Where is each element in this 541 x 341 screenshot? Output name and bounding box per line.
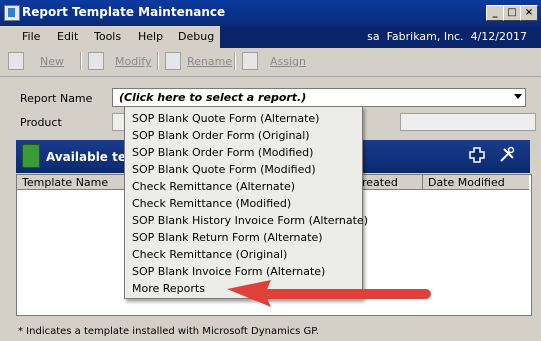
modify-button[interactable]: Modify xyxy=(115,55,151,68)
tools-icon[interactable] xyxy=(498,146,516,164)
col-template-name[interactable]: Template Name xyxy=(22,176,108,189)
dropdown-item[interactable]: Check Remittance (Modified) xyxy=(132,197,291,210)
report-name-label: Report Name xyxy=(20,92,93,105)
report-dropdown-list[interactable]: SOP Blank Quote Form (Alternate) SOP Bla… xyxy=(124,106,368,299)
app-icon xyxy=(4,5,20,21)
dropdown-arrow-icon[interactable] xyxy=(514,94,522,99)
col-divider xyxy=(422,175,423,189)
menu-debug[interactable]: Debug xyxy=(178,30,214,43)
menu-help[interactable]: Help xyxy=(138,30,163,43)
assign-icon xyxy=(242,52,258,70)
product-label: Product xyxy=(20,116,62,129)
new-button[interactable]: New xyxy=(40,55,64,68)
maximize-icon[interactable]: □ xyxy=(503,5,521,21)
book-icon xyxy=(22,144,40,168)
dropdown-item[interactable]: SOP Blank Quote Form (Alternate) xyxy=(132,112,319,125)
menu-file[interactable]: File xyxy=(22,30,40,43)
annotation-arrow-icon xyxy=(227,280,431,307)
menu-edit[interactable]: Edit xyxy=(57,30,78,43)
user-info: sa Fabrikam, Inc. 4/12/2017 xyxy=(367,30,527,43)
toolbar-divider xyxy=(80,52,82,70)
toolbar-divider xyxy=(234,52,236,70)
rename-icon xyxy=(165,52,181,70)
dropdown-item[interactable]: Check Remittance (Alternate) xyxy=(132,180,295,193)
dropdown-item[interactable]: SOP Blank Invoice Form (Alternate) xyxy=(132,265,325,278)
dropdown-item[interactable]: SOP Blank Quote Form (Modified) xyxy=(132,163,316,176)
plus-icon[interactable] xyxy=(468,146,486,164)
dropdown-item[interactable]: SOP Blank Order Form (Original) xyxy=(132,129,310,142)
dropdown-item[interactable]: SOP Blank History Invoice Form (Alternat… xyxy=(132,214,368,227)
rename-button[interactable]: Rename xyxy=(187,55,232,68)
footnote: * Indicates a template installed with Mi… xyxy=(18,326,319,337)
close-icon[interactable]: × xyxy=(520,5,538,21)
dropdown-item[interactable]: SOP Blank Return Form (Alternate) xyxy=(132,231,323,244)
dropdown-item-more-reports[interactable]: More Reports xyxy=(132,282,205,295)
dropdown-item[interactable]: SOP Blank Order Form (Modified) xyxy=(132,146,313,159)
window-title: Report Template Maintenance xyxy=(22,5,226,19)
right-field[interactable] xyxy=(400,113,536,131)
section-title: Available te xyxy=(46,150,126,164)
report-name-dropdown[interactable]: (Click here to select a report.) xyxy=(112,88,526,107)
toolbar-divider xyxy=(157,52,159,70)
assign-button[interactable]: Assign xyxy=(270,55,306,68)
dropdown-item[interactable]: Check Remittance (Original) xyxy=(132,248,287,261)
modify-icon xyxy=(88,52,104,70)
menu-tools[interactable]: Tools xyxy=(94,30,121,43)
minimize-icon[interactable]: _ xyxy=(486,5,504,21)
report-name-value: (Click here to select a report.) xyxy=(119,91,307,104)
col-date-created[interactable]: reated xyxy=(362,176,398,189)
new-icon xyxy=(8,52,24,70)
col-date-modified[interactable]: Date Modified xyxy=(428,176,505,189)
